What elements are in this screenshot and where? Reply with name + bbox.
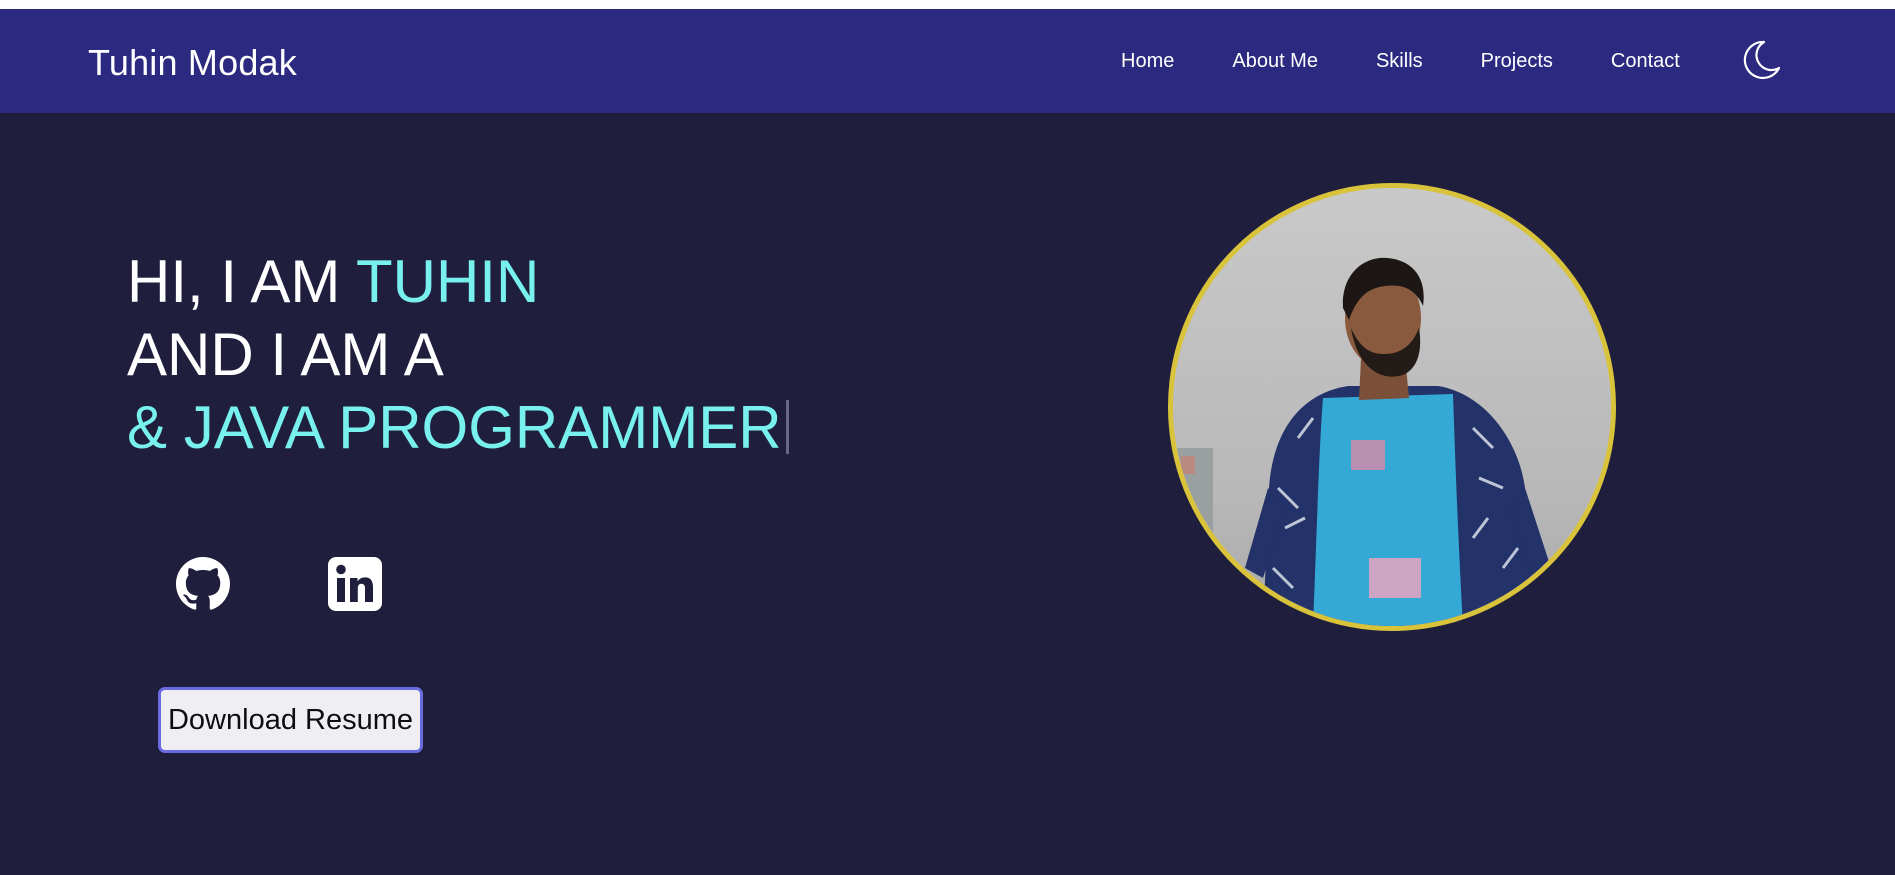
profile-photo	[1168, 183, 1616, 631]
nav-home[interactable]: Home	[1121, 50, 1174, 73]
linkedin-link[interactable]	[328, 557, 382, 611]
brand-name[interactable]: Tuhin Modak	[88, 42, 297, 84]
hero-name: TUHIN	[355, 248, 540, 315]
hero-line-3: & JAVA PROGRAMMER	[127, 391, 789, 464]
hero-line-2: AND I AM A	[127, 321, 444, 388]
nav-about-me[interactable]: About Me	[1232, 50, 1318, 73]
social-links	[176, 557, 396, 613]
nav-contact[interactable]: Contact	[1611, 50, 1680, 73]
hero-heading: HI, I AM TUHIN AND I AM A & JAVA PROGRAM…	[127, 245, 789, 464]
navbar: Tuhin Modak Home About Me Skills Project…	[0, 9, 1895, 113]
nav-links: Home About Me Skills Projects Contact	[1121, 50, 1680, 73]
typing-cursor	[785, 400, 789, 454]
nav-projects[interactable]: Projects	[1481, 50, 1553, 73]
download-resume-button[interactable]: Download Resume	[158, 687, 423, 753]
github-link[interactable]	[176, 557, 230, 611]
linkedin-icon	[328, 557, 382, 611]
github-icon	[176, 557, 230, 610]
top-strip	[0, 0, 1895, 9]
nav-skills[interactable]: Skills	[1376, 50, 1423, 73]
hero-line-1: HI, I AM TUHIN	[127, 245, 789, 318]
hero-greeting: HI, I AM	[127, 248, 356, 315]
typed-role-text: & JAVA PROGRAMMER	[127, 394, 782, 461]
moon-icon[interactable]	[1738, 37, 1784, 83]
